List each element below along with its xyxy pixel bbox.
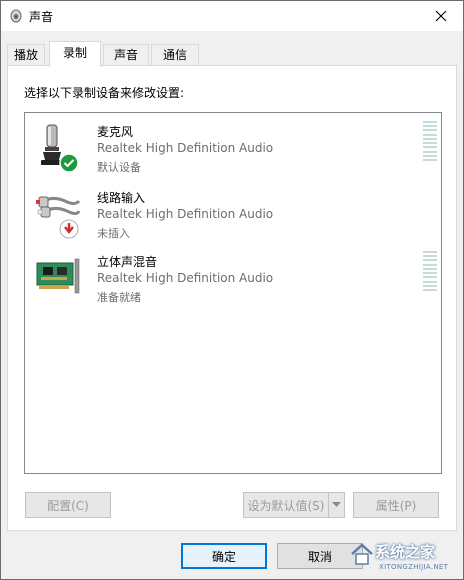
watermark-text: 系统之家 xyxy=(375,543,436,561)
site-watermark: 系统之家 XITONGZHIJIA.NET xyxy=(349,537,459,577)
ok-button[interactable]: 确定 xyxy=(181,543,267,569)
device-description: Realtek High Definition Audio xyxy=(97,207,274,221)
sound-dialog: 声音 播放 录制 声音 通信 选择以下录制设备来修改设置: 麦克风 Realte… xyxy=(0,0,464,580)
recording-tab-panel: 选择以下录制设备来修改设置: 麦克风 Realtek High Definiti… xyxy=(7,65,457,531)
device-name: 线路输入 xyxy=(97,191,146,205)
device-list[interactable]: 麦克风 Realtek High Definition Audio 默认设备 线… xyxy=(24,112,442,474)
sound-card-icon xyxy=(36,258,80,294)
list-item[interactable]: 麦克风 Realtek High Definition Audio 默认设备 xyxy=(25,115,441,179)
level-meter xyxy=(423,121,437,161)
tab-sounds[interactable]: 声音 xyxy=(103,44,149,66)
device-name: 立体声混音 xyxy=(97,255,158,269)
close-icon xyxy=(435,10,447,22)
microphone-icon xyxy=(41,124,79,173)
title-bar[interactable]: 声音 xyxy=(1,1,463,31)
configure-button[interactable]: 配置(C) xyxy=(25,492,111,518)
rca-cable-icon xyxy=(36,196,81,239)
device-description: Realtek High Definition Audio xyxy=(97,141,274,155)
set-default-dropdown[interactable] xyxy=(328,492,345,518)
device-name: 麦克风 xyxy=(97,125,134,139)
chevron-down-icon xyxy=(332,502,341,507)
level-meter xyxy=(423,251,437,291)
red-down-arrow-badge xyxy=(59,219,79,239)
house-logo-icon xyxy=(351,543,373,565)
list-item[interactable]: 线路输入 Realtek High Definition Audio 未插入 xyxy=(25,181,441,245)
watermark-subtext: XITONGZHIJIA.NET xyxy=(379,563,449,571)
close-button[interactable] xyxy=(419,1,463,31)
device-description: Realtek High Definition Audio xyxy=(97,271,274,285)
tab-playback[interactable]: 播放 xyxy=(7,44,45,66)
window-title: 声音 xyxy=(29,10,54,24)
tab-communications[interactable]: 通信 xyxy=(151,44,199,66)
device-status: 未插入 xyxy=(97,227,130,240)
green-check-badge xyxy=(59,153,79,173)
device-status: 默认设备 xyxy=(97,161,141,174)
instruction-text: 选择以下录制设备来修改设置: xyxy=(24,86,185,100)
list-item[interactable]: 立体声混音 Realtek High Definition Audio 准备就绪 xyxy=(25,245,441,309)
set-default-button[interactable]: 设为默认值(S) xyxy=(243,492,329,518)
tab-recording[interactable]: 录制 xyxy=(49,41,101,67)
speaker-icon xyxy=(10,9,22,23)
device-status: 准备就绪 xyxy=(97,291,141,304)
properties-button[interactable]: 属性(P) xyxy=(353,492,439,518)
